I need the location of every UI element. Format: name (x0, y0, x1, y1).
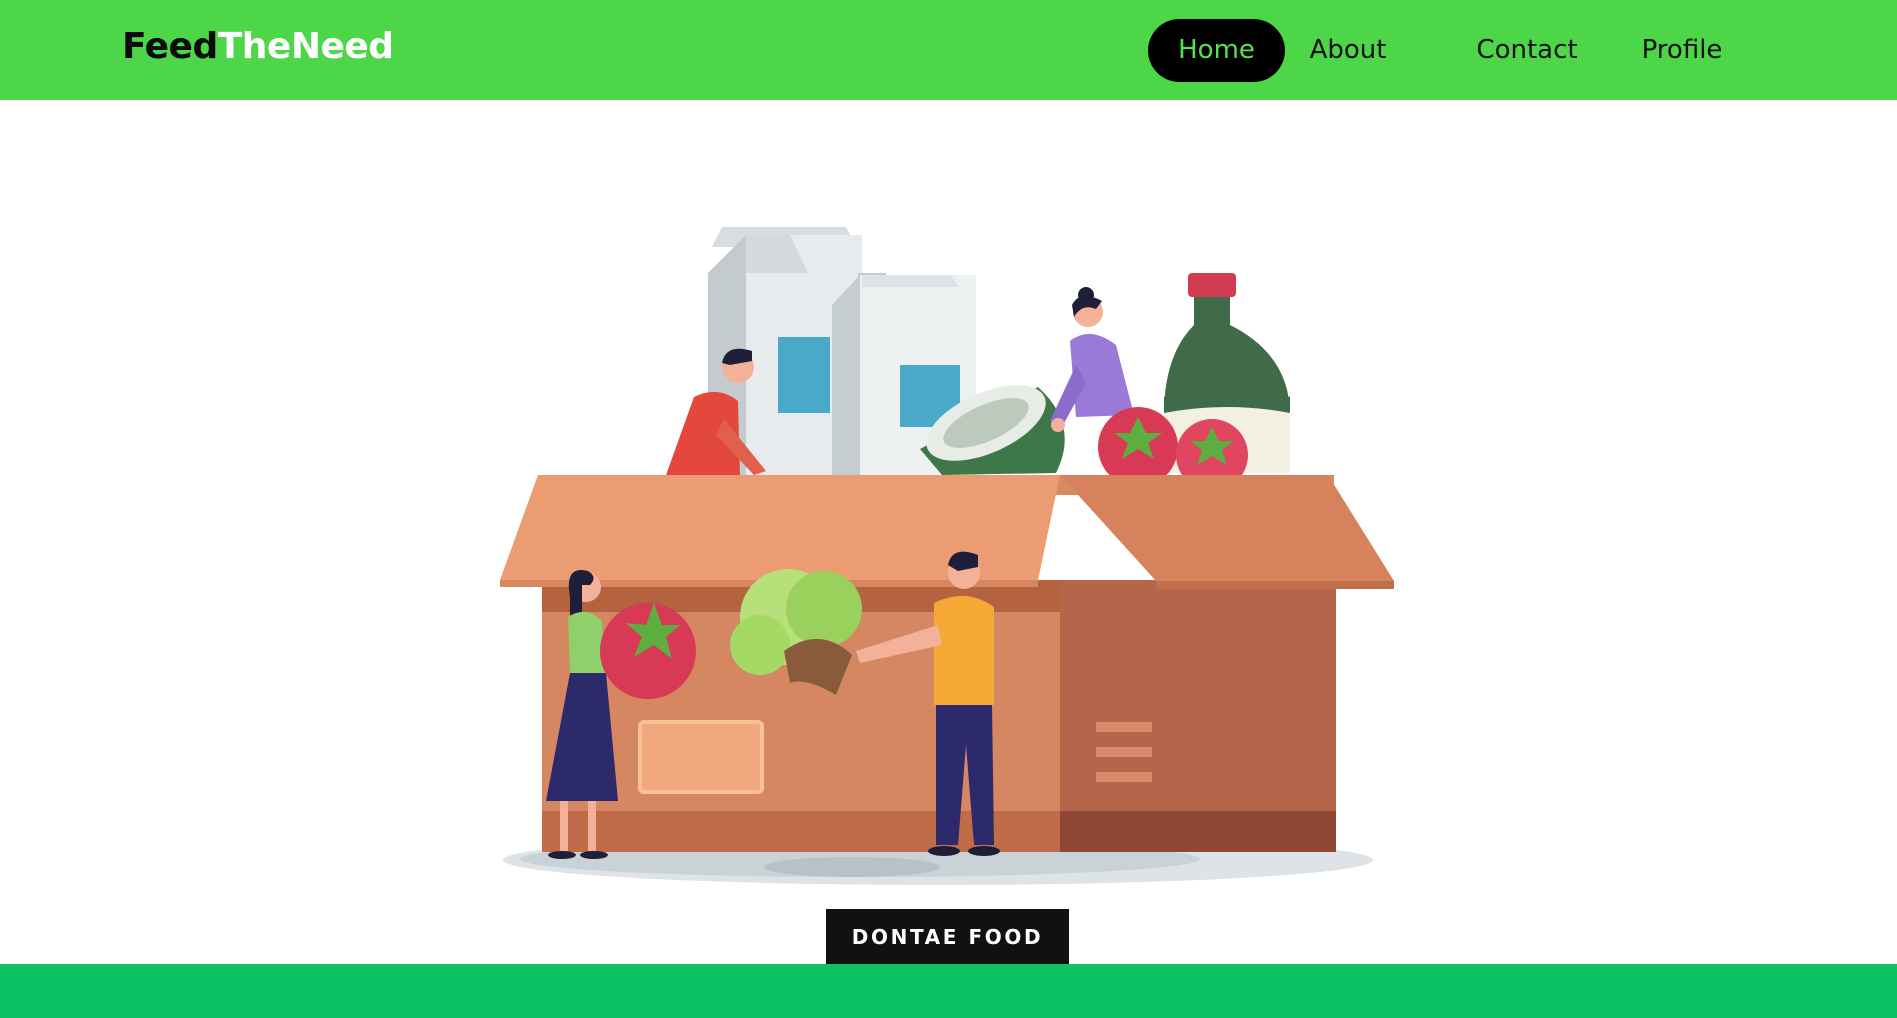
person-woman-top (1050, 287, 1134, 432)
nav-item-profile[interactable]: Profile (1639, 19, 1725, 82)
box-flap-right (1060, 475, 1394, 581)
nav-item-about[interactable]: About (1303, 19, 1393, 82)
nav-item-home[interactable]: Home (1148, 19, 1285, 82)
brand-logo[interactable]: FeedTheNeed (122, 26, 394, 67)
brand-logo-part2: TheNeed (217, 26, 394, 67)
donate-food-button[interactable]: DONTAE FOOD (826, 909, 1069, 964)
food-donation-illustration (500, 227, 1394, 885)
top-navbar: FeedTheNeed Home About Contact Profile (0, 0, 1897, 100)
footer-bar (0, 964, 1897, 1018)
nav-item-contact[interactable]: Contact (1469, 19, 1585, 82)
brand-logo-part1: Feed (122, 26, 218, 67)
box-label (638, 720, 764, 794)
